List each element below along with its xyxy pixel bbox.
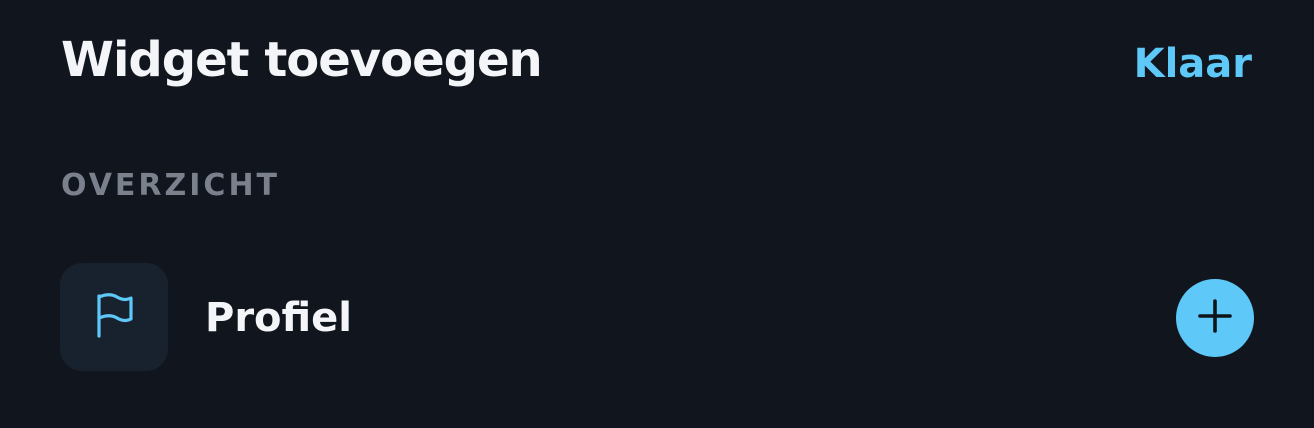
plus-icon [1197, 298, 1233, 338]
page-title: Widget toevoegen [61, 32, 543, 88]
widget-icon-tile [60, 263, 168, 371]
done-button[interactable]: Klaar [1134, 36, 1252, 92]
flag-icon [92, 291, 136, 343]
section-label-overzicht: OVERZICHT [61, 168, 281, 203]
widget-row-profiel: Profiel [0, 262, 1314, 372]
widget-label: Profiel [205, 295, 353, 341]
add-widget-button[interactable] [1176, 279, 1254, 357]
